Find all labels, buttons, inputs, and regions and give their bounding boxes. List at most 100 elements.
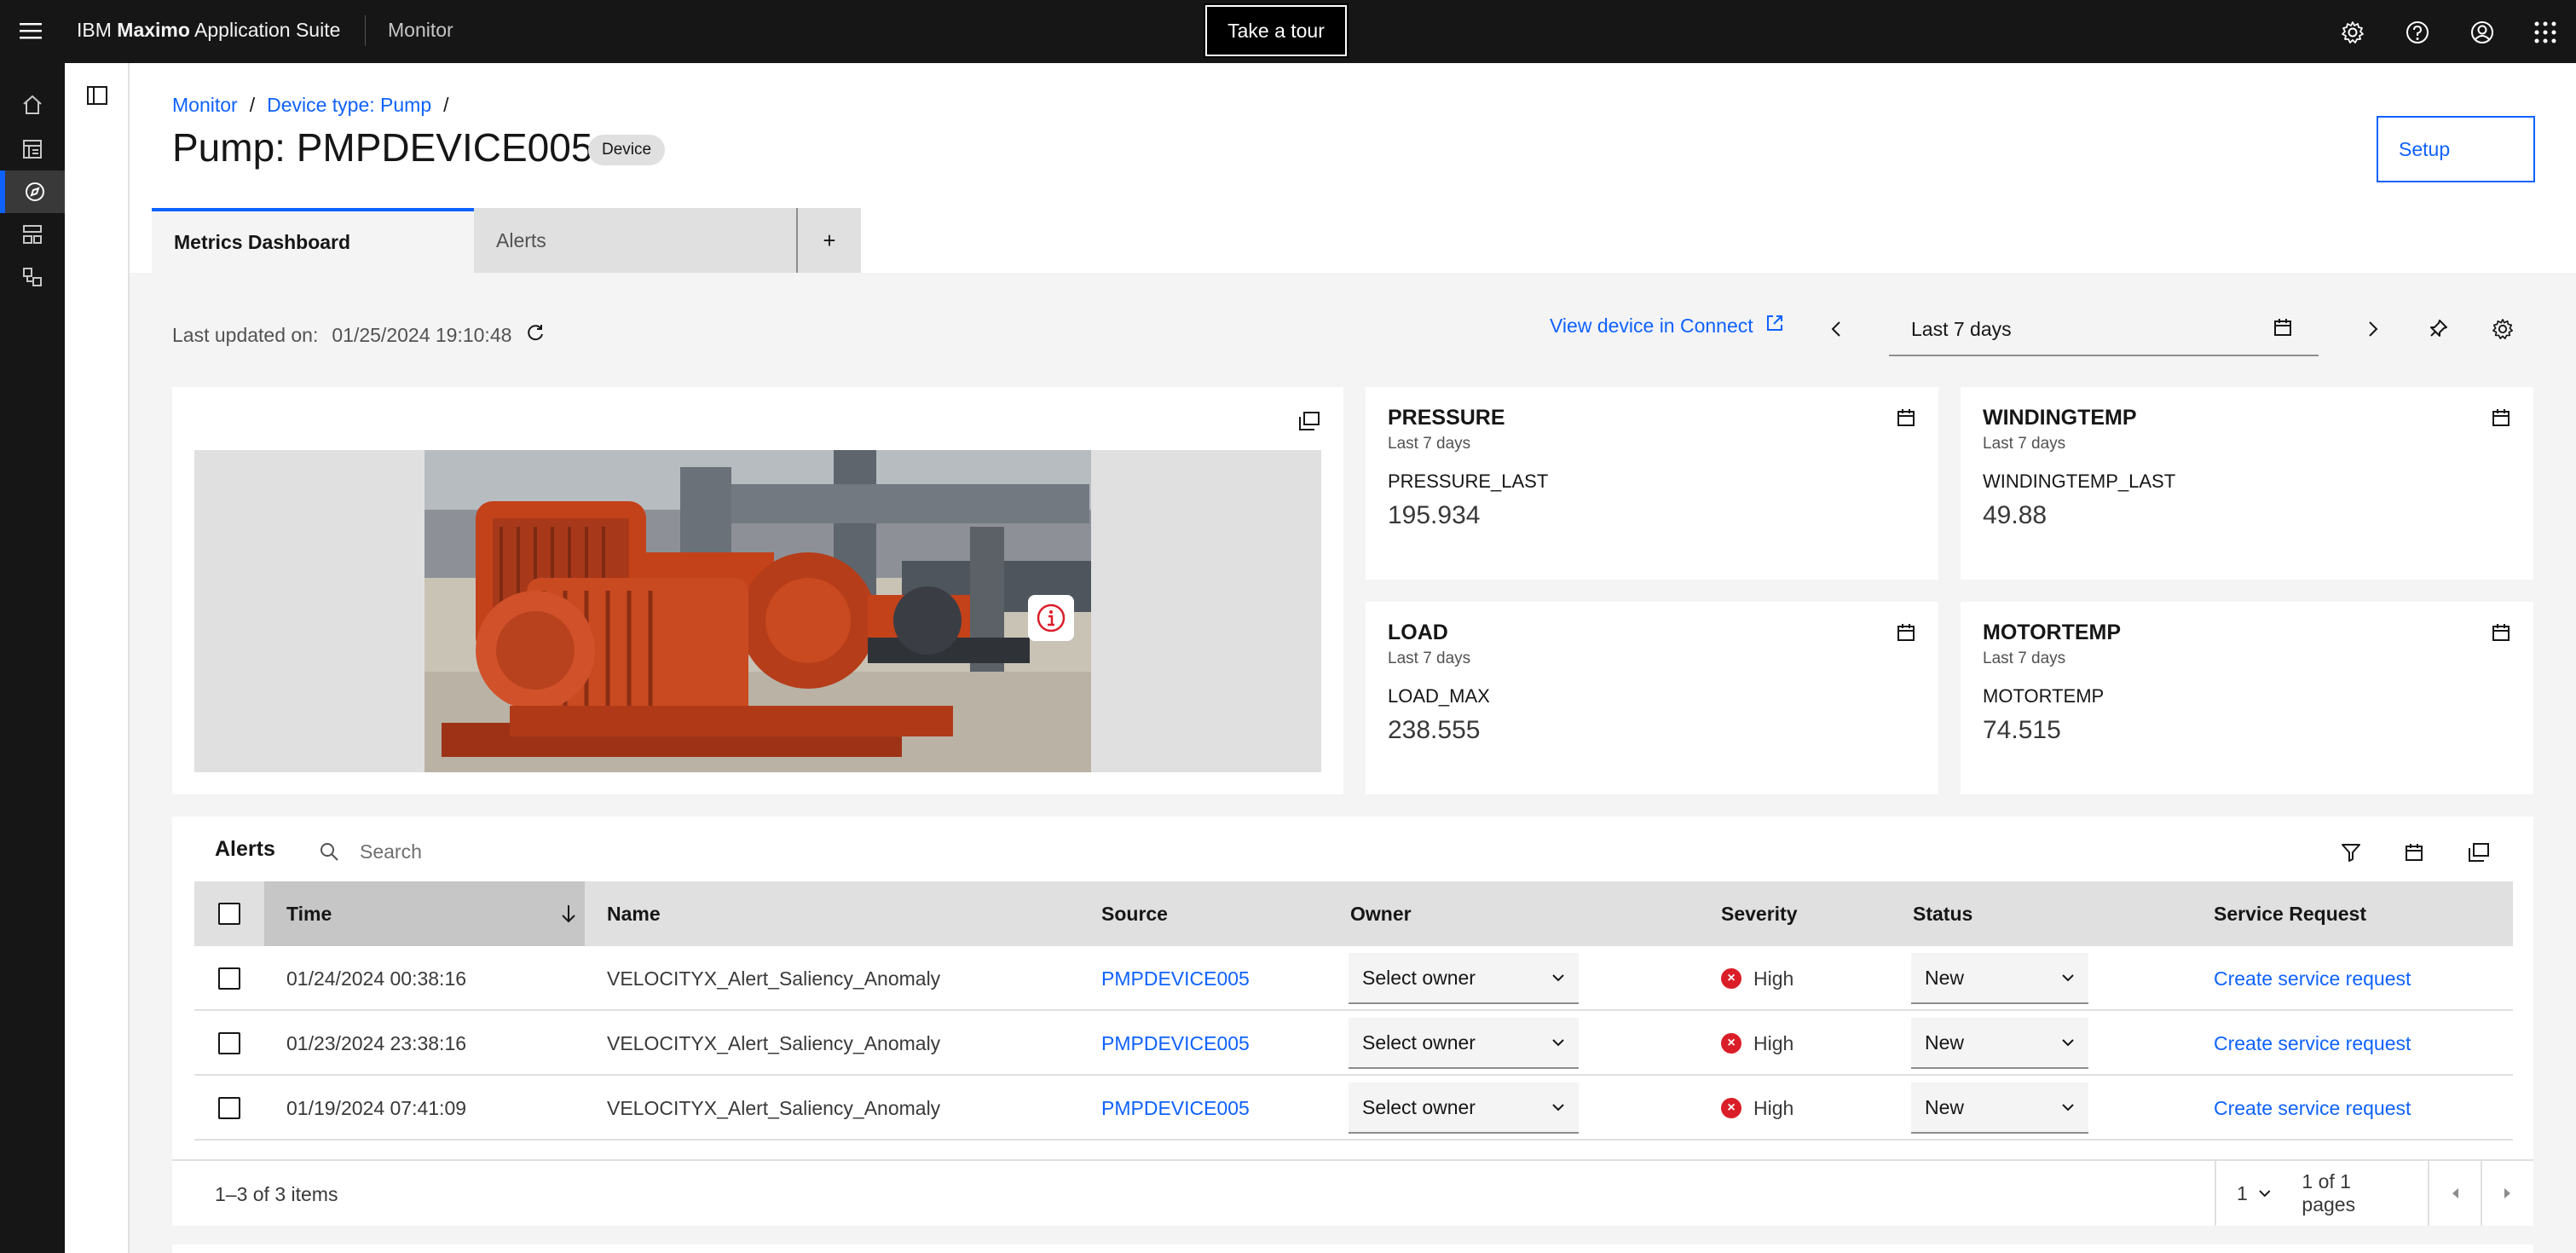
tab-metrics-dashboard[interactable]: Metrics Dashboard bbox=[152, 208, 476, 273]
chevron-down-icon bbox=[1552, 1039, 1564, 1047]
status-value: New bbox=[1925, 966, 1965, 989]
launch-icon bbox=[1765, 314, 1784, 338]
previous-period-icon[interactable] bbox=[1819, 312, 1853, 346]
column-header-service-request[interactable]: Service Request bbox=[2214, 881, 2366, 946]
device-image-card bbox=[172, 387, 1343, 794]
image-frame bbox=[194, 450, 1321, 772]
status-dropdown[interactable]: New bbox=[1911, 1011, 2088, 1076]
create-service-request-link[interactable]: Create service request bbox=[2214, 1011, 2411, 1076]
previous-page-button[interactable] bbox=[2428, 1161, 2481, 1226]
pin-icon[interactable] bbox=[2421, 312, 2455, 346]
filter-icon[interactable] bbox=[2334, 835, 2368, 869]
owner-dropdown[interactable]: Select owner bbox=[1349, 946, 1579, 1011]
breadcrumb-separator: / bbox=[443, 94, 449, 116]
metric-title: MOTORTEMP bbox=[1983, 621, 2122, 644]
status-dropdown[interactable]: New bbox=[1911, 1076, 2088, 1140]
severity-label: High bbox=[1753, 1031, 1794, 1054]
severity-label: High bbox=[1753, 967, 1794, 990]
metric-value: 74.515 bbox=[1983, 716, 2061, 744]
create-service-request-link[interactable]: Create service request bbox=[2214, 946, 2411, 1011]
setup-button[interactable]: Setup bbox=[2377, 116, 2535, 182]
create-service-request-link[interactable]: Create service request bbox=[2214, 1076, 2411, 1140]
expand-icon[interactable] bbox=[2462, 835, 2496, 869]
metric-label: MOTORTEMP bbox=[1983, 685, 2105, 707]
alerts-table: Time Name Source Owner Severity Status S… bbox=[194, 881, 2513, 1140]
top-header-bar: IBM Maximo Application Suite Monitor Tak… bbox=[0, 0, 2576, 63]
row-time: 01/23/2024 23:38:16 bbox=[286, 1031, 467, 1054]
owner-value: Select owner bbox=[1362, 1095, 1476, 1118]
metric-title: LOAD bbox=[1388, 621, 1448, 644]
row-source-link[interactable]: PMPDEVICE005 bbox=[1101, 946, 1250, 1011]
info-hotspot-icon[interactable] bbox=[1028, 595, 1074, 641]
calendar-icon[interactable] bbox=[1896, 407, 1916, 432]
column-header-owner[interactable]: Owner bbox=[1350, 881, 1412, 946]
row-source-link[interactable]: PMPDEVICE005 bbox=[1101, 1076, 1250, 1140]
date-range-value: Last 7 days bbox=[1911, 317, 2012, 340]
pagination-item-count: 1–3 of 3 items bbox=[215, 1183, 338, 1205]
dashboard-icon[interactable] bbox=[0, 128, 65, 170]
expand-icon[interactable] bbox=[1296, 407, 1323, 435]
breadcrumb: Monitor / Device type: Pump / bbox=[172, 94, 449, 117]
column-header-name[interactable]: Name bbox=[607, 881, 661, 946]
calendar-icon[interactable] bbox=[2491, 622, 2511, 647]
pump-photo bbox=[425, 450, 1091, 772]
brand-suffix: Application Suite bbox=[194, 19, 341, 41]
date-range-picker[interactable]: Last 7 days bbox=[1889, 303, 2319, 356]
monitor-compass-icon[interactable] bbox=[0, 170, 65, 213]
dashboard-settings-icon[interactable] bbox=[2486, 312, 2520, 346]
search-placeholder: Search bbox=[360, 840, 422, 863]
page-select[interactable]: 1 1 of 1 pages bbox=[2215, 1161, 2428, 1226]
panel-toggle-icon[interactable] bbox=[84, 82, 111, 109]
row-source-link[interactable]: PMPDEVICE005 bbox=[1101, 1011, 1250, 1076]
app-switcher-icon[interactable] bbox=[2527, 14, 2564, 51]
refresh-icon[interactable] bbox=[525, 322, 546, 348]
chevron-down-icon bbox=[2062, 974, 2074, 982]
owner-dropdown[interactable]: Select owner bbox=[1349, 1011, 1579, 1076]
error-filled-icon: × bbox=[1721, 1098, 1741, 1118]
product-name[interactable]: IBM Maximo Application Suite bbox=[77, 19, 340, 42]
tab-alerts[interactable]: Alerts bbox=[474, 208, 798, 273]
metric-period: Last 7 days bbox=[1983, 650, 2066, 667]
settings-gear-icon[interactable] bbox=[2334, 14, 2371, 51]
error-filled-icon: × bbox=[1721, 1033, 1741, 1054]
breadcrumb-monitor[interactable]: Monitor bbox=[172, 94, 238, 117]
row-name: VELOCITYX_Alert_Saliency_Anomaly bbox=[607, 967, 941, 990]
next-period-icon[interactable] bbox=[2356, 312, 2390, 346]
hamburger-menu-icon[interactable] bbox=[14, 12, 48, 49]
next-page-button[interactable] bbox=[2481, 1161, 2533, 1226]
view-device-in-connect-link[interactable]: View device in Connect bbox=[1550, 314, 1784, 338]
row-checkbox[interactable] bbox=[218, 1011, 240, 1076]
metric-value: 238.555 bbox=[1388, 716, 1481, 744]
last-updated-label: Last updated on: bbox=[172, 323, 319, 346]
page-header: Monitor / Device type: Pump / Pump: PMPD… bbox=[130, 63, 2576, 273]
take-a-tour-button[interactable]: Take a tour bbox=[1204, 3, 1349, 58]
metric-title: WINDINGTEMP bbox=[1983, 406, 2137, 430]
breadcrumb-device-type[interactable]: Device type: Pump bbox=[267, 94, 431, 117]
metric-period: Last 7 days bbox=[1388, 650, 1471, 667]
column-header-status[interactable]: Status bbox=[1913, 881, 1972, 946]
row-checkbox[interactable] bbox=[218, 946, 240, 1011]
brand-prefix: IBM bbox=[77, 19, 112, 41]
calendar-icon[interactable] bbox=[2397, 835, 2431, 869]
metric-card-pressure: PRESSURE Last 7 days PRESSURE_LAST 195.9… bbox=[1366, 387, 1938, 580]
help-icon[interactable] bbox=[2399, 14, 2436, 51]
status-dropdown[interactable]: New bbox=[1911, 946, 2088, 1011]
row-checkbox[interactable] bbox=[218, 1076, 240, 1140]
hierarchy-icon[interactable] bbox=[0, 213, 65, 256]
caret-right-icon bbox=[2504, 1188, 2510, 1198]
owner-dropdown[interactable]: Select owner bbox=[1349, 1076, 1579, 1140]
column-header-source[interactable]: Source bbox=[1101, 881, 1168, 946]
user-avatar-icon[interactable] bbox=[2463, 14, 2501, 51]
side-nav-rail bbox=[0, 63, 65, 1253]
column-header-severity[interactable]: Severity bbox=[1721, 881, 1798, 946]
data-tree-icon[interactable] bbox=[0, 256, 65, 298]
home-icon[interactable] bbox=[0, 84, 65, 126]
calendar-icon[interactable] bbox=[1896, 622, 1916, 647]
calendar-icon[interactable] bbox=[2491, 407, 2511, 432]
app-name[interactable]: Monitor bbox=[388, 19, 453, 42]
add-tab-button[interactable]: + bbox=[798, 208, 861, 273]
select-all-checkbox[interactable] bbox=[218, 881, 240, 946]
search-input[interactable]: Search bbox=[319, 832, 830, 871]
column-header-time[interactable]: Time bbox=[286, 881, 576, 946]
metric-label: PRESSURE_LAST bbox=[1388, 471, 1549, 492]
